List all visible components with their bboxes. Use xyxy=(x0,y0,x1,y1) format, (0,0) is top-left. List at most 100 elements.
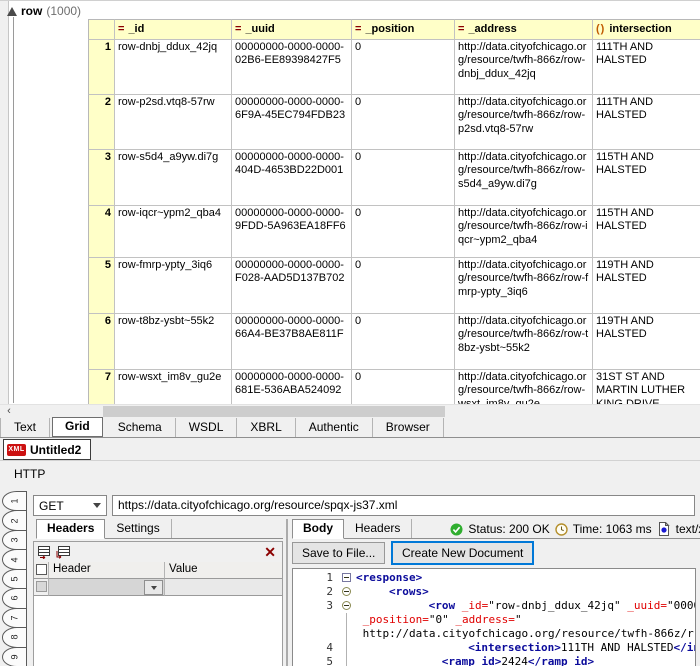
fold-collapse-icon[interactable] xyxy=(342,587,351,596)
time-clock-icon xyxy=(555,523,568,536)
cell-uuid[interactable]: 00000000-0000-0000-66A4-BE37B8AE811F xyxy=(232,314,352,370)
fold-collapse-icon[interactable] xyxy=(342,573,351,582)
checkbox-icon[interactable] xyxy=(36,564,47,575)
column-header-id[interactable]: =_id xyxy=(115,19,232,40)
cell-position[interactable]: 0 xyxy=(352,95,455,150)
request-tab-3[interactable]: 3 xyxy=(2,530,27,550)
cell-position[interactable]: 0 xyxy=(352,206,455,258)
cell-id[interactable]: row-p2sd.vtq8-57rw xyxy=(115,95,232,150)
cell-position[interactable]: 0 xyxy=(352,150,455,206)
cell-intersection[interactable]: 111TH AND HALSTED xyxy=(593,40,700,95)
row-number[interactable]: 1 xyxy=(88,40,115,95)
cell-intersection[interactable]: 119TH AND HALSTED xyxy=(593,314,700,370)
cell-intersection[interactable]: 31ST ST AND MARTIN LUTHER KING DRIVE xyxy=(593,370,700,405)
row-select-cell[interactable] xyxy=(34,579,49,596)
header-name-cell[interactable] xyxy=(49,579,165,596)
column-header-label: _id xyxy=(128,23,144,35)
document-tab-bar: XML Untitled2 xyxy=(0,438,700,461)
response-body-source[interactable]: 1<response>2<rows>3<row _id="row-dnbj_dd… xyxy=(292,568,696,666)
column-header-position[interactable]: =_position xyxy=(352,19,455,40)
insert-row-icon[interactable] xyxy=(56,545,72,559)
row-number[interactable]: 6 xyxy=(88,314,115,370)
pane-splitter[interactable] xyxy=(286,519,288,666)
cell-uuid[interactable]: 00000000-0000-0000-9FDD-5A963EA18FF6 xyxy=(232,206,352,258)
http-method-select[interactable]: GET xyxy=(33,495,107,516)
horizontal-scrollbar-thumb[interactable] xyxy=(103,406,445,417)
cell-address[interactable]: http://data.cityofchicago.org/resource/t… xyxy=(455,40,593,95)
view-tab-authentic[interactable]: Authentic xyxy=(296,418,373,437)
horizontal-scrollbar[interactable]: ‹ xyxy=(0,404,700,418)
cell-uuid[interactable]: 00000000-0000-0000-681E-536ABA524092 xyxy=(232,370,352,405)
cell-uuid[interactable]: 00000000-0000-0000-404D-4653BD22D001 xyxy=(232,150,352,206)
save-to-file-button[interactable]: Save to File... xyxy=(292,542,385,564)
select-all-cell[interactable] xyxy=(34,562,49,579)
request-tab-8[interactable]: 8 xyxy=(2,627,27,647)
grid-header-row: =_id=_uuid=_position=_address()intersect… xyxy=(88,19,700,40)
cell-position[interactable]: 0 xyxy=(352,258,455,314)
view-tab-schema[interactable]: Schema xyxy=(105,418,176,437)
column-header-label: _position xyxy=(365,23,414,35)
request-tab-7[interactable]: 7 xyxy=(2,608,27,628)
document-tab[interactable]: XML Untitled2 xyxy=(3,439,91,460)
header-dropdown-button[interactable] xyxy=(144,580,163,595)
create-new-document-button[interactable]: Create New Document xyxy=(391,541,534,565)
cell-intersection[interactable]: 115TH AND HALSTED xyxy=(593,150,700,206)
cell-address[interactable]: http://data.cityofchicago.org/resource/t… xyxy=(455,95,593,150)
header-value-cell[interactable] xyxy=(165,579,282,596)
request-tab-6[interactable]: 6 xyxy=(2,588,27,608)
cell-intersection[interactable]: 115TH AND HALSTED xyxy=(593,206,700,258)
row-number[interactable]: 4 xyxy=(88,206,115,258)
cell-uuid[interactable]: 00000000-0000-0000-02B6-EE89398427F5 xyxy=(232,40,352,95)
row-number[interactable]: 5 xyxy=(88,258,115,314)
cell-id[interactable]: row-t8bz-ysbt~55k2 xyxy=(115,314,232,370)
request-tab-headers[interactable]: Headers xyxy=(36,519,105,539)
header-column-title[interactable]: Header xyxy=(49,562,165,579)
delete-row-icon[interactable]: ✕ xyxy=(264,545,279,559)
value-column-title[interactable]: Value xyxy=(165,562,282,579)
xml-grid-view: row(1000) =_id=_uuid=_position=_address(… xyxy=(0,1,700,404)
response-tab-body[interactable]: Body xyxy=(292,519,344,539)
cell-id[interactable]: row-wsxt_im8v_gu2e xyxy=(115,370,232,405)
row-number[interactable]: 2 xyxy=(88,95,115,150)
cell-intersection[interactable]: 119TH AND HALSTED xyxy=(593,258,700,314)
view-tab-xbrl[interactable]: XBRL xyxy=(237,418,295,437)
cell-address[interactable]: http://data.cityofchicago.org/resource/t… xyxy=(455,314,593,370)
view-tab-grid[interactable]: Grid xyxy=(52,417,103,437)
column-header-uuid[interactable]: =_uuid xyxy=(232,19,352,40)
request-url-input[interactable]: https://data.cityofchicago.org/resource/… xyxy=(112,495,695,516)
request-tab-1[interactable]: 1 xyxy=(2,491,27,511)
cell-uuid[interactable]: 00000000-0000-0000-F028-AAD5D137B702 xyxy=(232,258,352,314)
code-content: <ramp_id>2424</ramp_id> xyxy=(356,655,594,666)
collapse-triangle-icon[interactable] xyxy=(7,7,17,16)
request-tab-4[interactable]: 4 xyxy=(2,549,27,569)
cell-intersection[interactable]: 111TH AND HALSTED xyxy=(593,95,700,150)
response-tab-headers[interactable]: Headers xyxy=(344,519,412,538)
request-tab-9[interactable]: 9 xyxy=(2,647,27,666)
cell-address[interactable]: http://data.cityofchicago.org/resource/t… xyxy=(455,370,593,405)
cell-address[interactable]: http://data.cityofchicago.org/resource/t… xyxy=(455,258,593,314)
cell-uuid[interactable]: 00000000-0000-0000-6F9A-45EC794FDB23 xyxy=(232,95,352,150)
view-tab-browser[interactable]: Browser xyxy=(373,418,444,437)
row-number[interactable]: 3 xyxy=(88,150,115,206)
cell-address[interactable]: http://data.cityofchicago.org/resource/t… xyxy=(455,206,593,258)
view-tab-wsdl[interactable]: WSDL xyxy=(176,418,238,437)
cell-address[interactable]: http://data.cityofchicago.org/resource/t… xyxy=(455,150,593,206)
request-tab-2[interactable]: 2 xyxy=(2,510,27,530)
cell-id[interactable]: row-dnbj_ddux_42jq xyxy=(115,40,232,95)
request-tab-settings[interactable]: Settings xyxy=(105,519,171,538)
fold-gutter xyxy=(340,641,356,655)
request-tab-5[interactable]: 5 xyxy=(2,569,27,589)
root-element-label[interactable]: row(1000) xyxy=(21,4,81,18)
column-header-intersection[interactable]: ()intersection xyxy=(593,19,700,40)
fold-collapse-icon[interactable] xyxy=(342,601,351,610)
cell-position[interactable]: 0 xyxy=(352,314,455,370)
cell-position[interactable]: 0 xyxy=(352,370,455,405)
cell-id[interactable]: row-iqcr~ypm2_qba4 xyxy=(115,206,232,258)
cell-position[interactable]: 0 xyxy=(352,40,455,95)
cell-id[interactable]: row-s5d4_a9yw.di7g xyxy=(115,150,232,206)
row-number[interactable]: 7 xyxy=(88,370,115,405)
column-header-address[interactable]: =_address xyxy=(455,19,593,40)
cell-id[interactable]: row-fmrp-ypty_3iq6 xyxy=(115,258,232,314)
append-row-icon[interactable] xyxy=(37,545,53,559)
view-tab-text[interactable]: Text xyxy=(0,418,50,437)
